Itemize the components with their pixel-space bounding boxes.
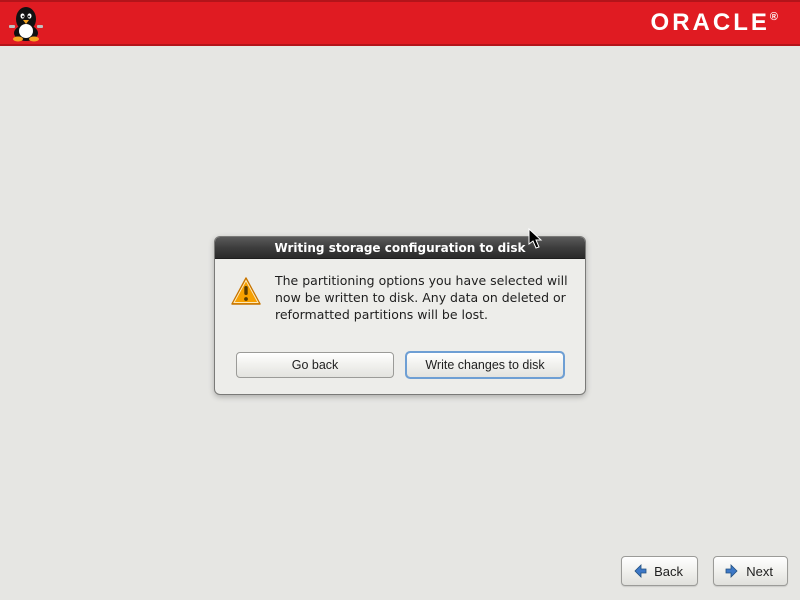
next-button[interactable]: Next <box>713 556 788 586</box>
brand-text: ORACLE <box>651 9 770 36</box>
oracle-logo: ORACLE® <box>651 9 778 37</box>
go-back-button[interactable]: Go back <box>236 352 394 378</box>
next-label: Next <box>746 564 773 579</box>
back-label: Back <box>654 564 683 579</box>
write-storage-dialog: Writing storage configuration to disk Th… <box>214 236 586 395</box>
installer-header: ORACLE® <box>0 0 800 46</box>
tux-penguin-logo-icon <box>6 3 46 43</box>
back-button[interactable]: Back <box>621 556 698 586</box>
warning-icon <box>229 275 263 309</box>
dialog-title: Writing storage configuration to disk <box>215 237 585 259</box>
dialog-message: The partitioning options you have select… <box>275 273 571 324</box>
arrow-right-icon <box>724 563 740 579</box>
write-changes-button[interactable]: Write changes to disk <box>406 352 564 378</box>
arrow-left-icon <box>632 563 648 579</box>
registered-mark: ® <box>770 11 778 23</box>
dialog-button-row: Go back Write changes to disk <box>215 338 585 394</box>
